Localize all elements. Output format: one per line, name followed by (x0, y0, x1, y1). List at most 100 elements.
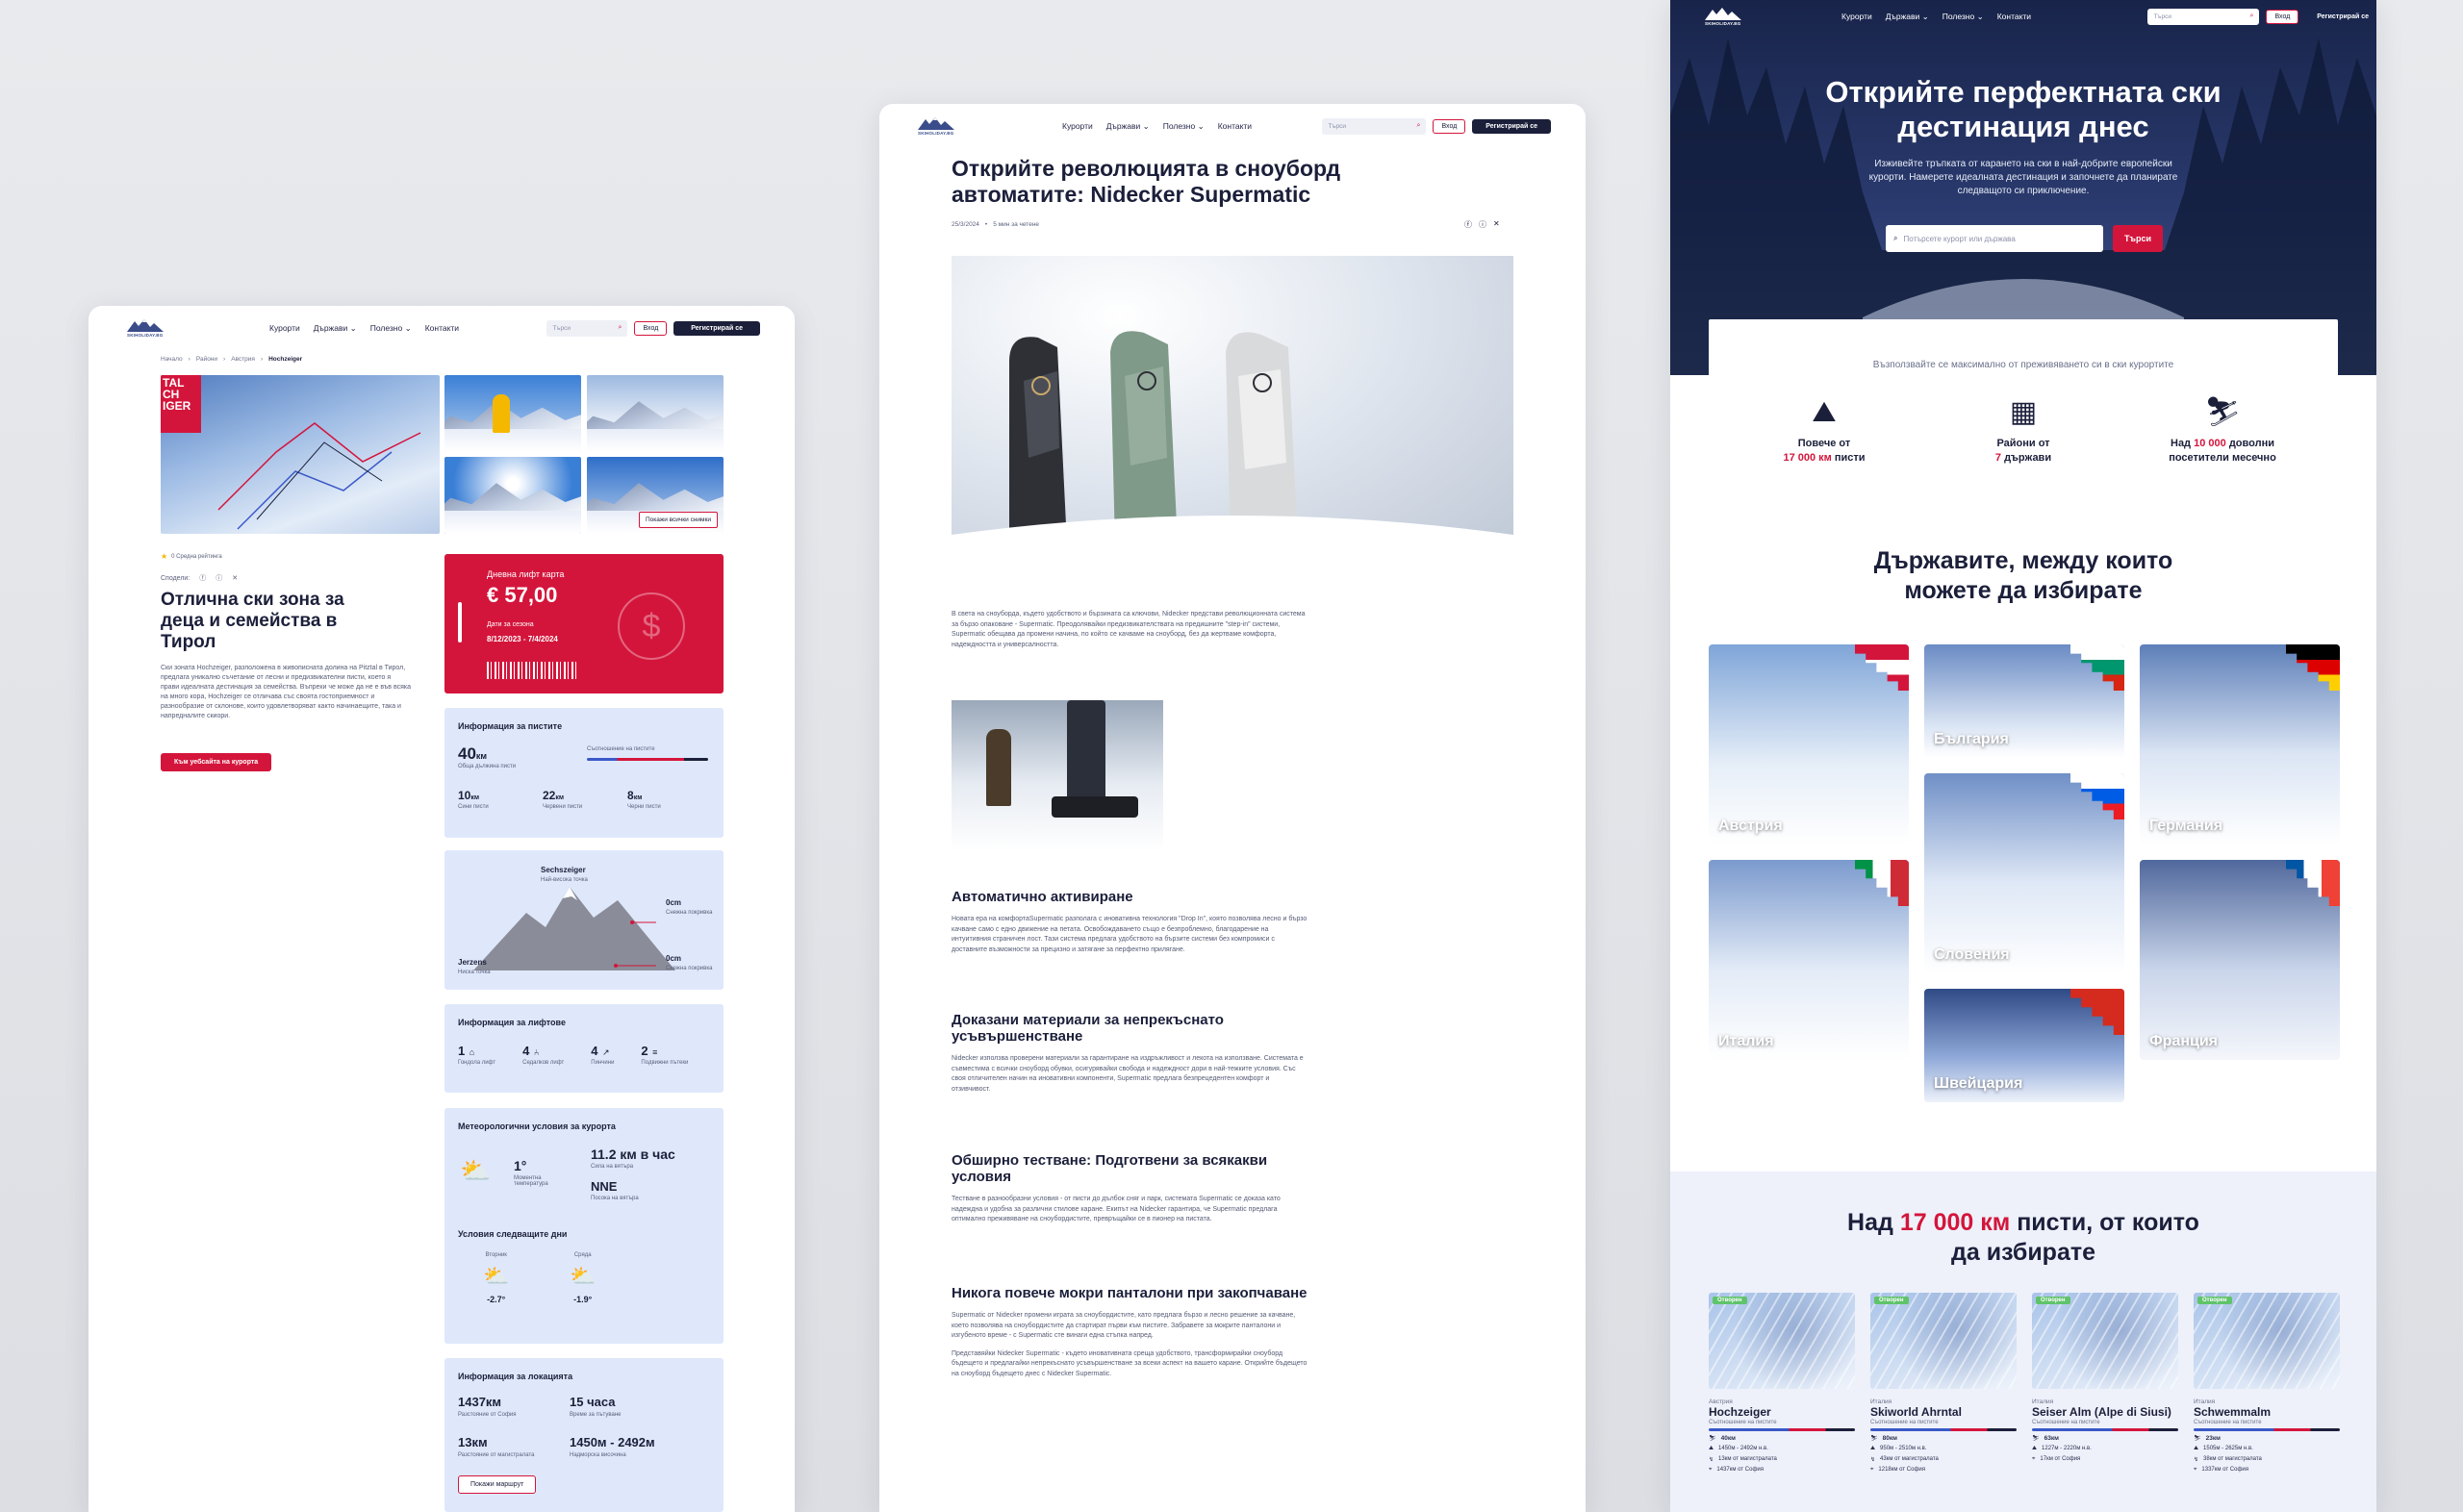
nav-link-contacts[interactable]: Контакти (1997, 12, 2031, 21)
breadcrumb-home[interactable]: Начало (161, 356, 183, 363)
login-button[interactable]: Вход (2266, 9, 2299, 24)
x-icon[interactable]: ✕ (1493, 219, 1500, 230)
show-all-photos-button[interactable]: Покажи всички снимки (638, 512, 718, 528)
unit: км (555, 794, 565, 801)
resort-sofia: 1218км от София (1878, 1467, 1925, 1473)
country-tile-italy[interactable]: Италия (1709, 860, 1909, 1060)
country-tile-slovenia[interactable]: Словения (1924, 773, 2124, 973)
article-read-time: 5 мин за четене (993, 221, 1040, 228)
resort-stat: ⛰ 950м - 2510м н.в. (1870, 1446, 2017, 1452)
slope-icon: ⛷ (2032, 1436, 2040, 1442)
ratio-label: Съотношение на пистите (2194, 1420, 2262, 1425)
pin-icon: ⌖ (2032, 1456, 2036, 1462)
country-tile-germany[interactable]: Германия (2140, 644, 2340, 844)
article-inline-image (952, 700, 1163, 851)
gallery-photo[interactable] (444, 457, 581, 534)
resort-card[interactable]: Отворен Италия Skiworld Ahrntal Съотноше… (1870, 1293, 2017, 1474)
linkedin-icon[interactable]: ⓘ (1479, 219, 1486, 230)
resort-stat: ⛷ 23км (2194, 1435, 2340, 1442)
section-heading: Никога повече мокри панталони при закопч… (952, 1285, 1308, 1301)
nav-link-useful[interactable]: Полезно ⌄ (1942, 12, 1984, 22)
nav-link-resorts[interactable]: Курорти (1062, 121, 1093, 131)
search-input[interactable]: Търси ⌕ (2147, 8, 2260, 25)
country-name: Италия (1718, 1033, 1774, 1049)
resort-card[interactable]: Отворен Италия Seiser Alm (Alpe di Siusi… (2032, 1293, 2178, 1463)
travel-time-label: Време за пътуване (570, 1412, 622, 1418)
site-logo[interactable]: SKIHOLIDAY.BG (918, 116, 960, 136)
nav-link-useful[interactable]: Полезно ⌄ (370, 323, 412, 334)
search-input[interactable]: Търси ⌕ (1322, 117, 1427, 135)
forecast-title: Условия следващите дни (458, 1229, 568, 1239)
nav-link-contacts[interactable]: Контакти (1218, 121, 1252, 131)
x-icon[interactable]: ✕ (232, 574, 238, 582)
resort-card[interactable]: Отворен Италия Schwemmalm Съотношение на… (2194, 1293, 2340, 1474)
article-hero-image (952, 256, 1513, 556)
gallery-photo[interactable] (587, 375, 724, 452)
lift-item: 2 ≡ Подвижни пътеки (641, 1043, 688, 1066)
site-logo[interactable]: SKIHOLIDAY.BG (1705, 7, 1747, 26)
nav-link-countries[interactable]: Държави ⌄ (314, 323, 357, 334)
lift-item: 1 ⌂ Гондола лифт (458, 1043, 495, 1066)
section-heading: Обширно тестване: Подготвени за всякакви… (952, 1152, 1268, 1185)
article-title: Открийте революцията в сноуборд автомати… (952, 156, 1341, 207)
country-tile-france[interactable]: Франция (2140, 860, 2340, 1060)
map-overlay-text: TAL CH IGER (163, 376, 191, 413)
article-section: Обширно тестване: Подготвени за всякакви… (952, 1152, 1308, 1225)
logo-text: SKIHOLIDAY.BG (127, 333, 164, 338)
gallery-photo[interactable] (444, 375, 581, 452)
facebook-icon[interactable]: ⓕ (1464, 219, 1472, 230)
forecast-day: Вторник ⛅ -2.7° (483, 1252, 509, 1304)
nav-link-countries[interactable]: Държави ⌄ (1886, 12, 1929, 22)
blue-slopes-label: Сини писти (458, 804, 489, 810)
nav-link-contacts[interactable]: Контакти (425, 323, 459, 333)
nav-link-resorts[interactable]: Курорти (269, 323, 300, 333)
country-tile-bulgaria[interactable]: България (1924, 644, 2124, 758)
partly-cloudy-icon: ⛅ (460, 1156, 492, 1185)
slopes-total-value: 40 (458, 744, 476, 763)
share-label: Сподели: (161, 574, 190, 582)
hero-search-input[interactable]: ⌕ Потърсете курорт или държава (1886, 225, 2103, 252)
current-temperature: 1° (514, 1158, 527, 1173)
site-logo[interactable]: SKIHOLIDAY.BG (127, 318, 169, 338)
page-title: Отлична ски зона за деца и семейства в Т… (161, 590, 344, 652)
red-slopes-value: 22 (543, 789, 556, 802)
country-tile-austria[interactable]: Австрия (1709, 644, 1909, 844)
gallery-main-map[interactable]: TAL CH IGER (161, 375, 440, 534)
distance-sofia-label: Разстояние от София (458, 1412, 517, 1418)
resort-card[interactable]: Отворен Австрия Hochzeiger Съотношение н… (1709, 1293, 1855, 1474)
breadcrumb-regions[interactable]: Райони (196, 356, 217, 363)
login-button[interactable]: Вход (634, 320, 668, 336)
top-navigation: SKIHOLIDAY.BG Курорти Държави ⌄ Полезно … (879, 104, 1586, 148)
register-link[interactable]: Регистрирай се (2317, 13, 2369, 20)
linkedin-icon[interactable]: ⓘ (216, 573, 222, 583)
nav-link-useful[interactable]: Полезно ⌄ (1163, 121, 1205, 132)
resort-website-button[interactable]: Към уебсайта на курорта (161, 753, 272, 771)
slope-ratio-bar (2194, 1428, 2340, 1431)
chevron-down-icon: ⌄ (1921, 11, 1929, 21)
skier-figure (493, 394, 510, 433)
slope-icon: ⛷ (2194, 1436, 2201, 1442)
feature-highlight: 10 000 (2194, 438, 2226, 449)
register-button[interactable]: Регистрирай се (673, 320, 760, 336)
ratio-label: Съотношение на пистите (2032, 1420, 2100, 1425)
pin-icon: ⌖ (2194, 1467, 2197, 1473)
search-input[interactable]: Търси ⌕ (546, 319, 628, 337)
login-button[interactable]: Вход (1433, 118, 1466, 134)
resort-map-image: Отворен (1870, 1293, 2017, 1389)
feature-text: Райони от (1996, 438, 2050, 449)
resort-sofia: 1437км от София (1716, 1467, 1764, 1473)
nav-link-resorts[interactable]: Курорти (1841, 12, 1872, 21)
resort-stat: ⛷ 63км (2032, 1435, 2178, 1442)
distance-sofia: 1437км (458, 1395, 502, 1409)
lift-pass-card: Дневна лифт карта € 57,00 Дати за сезона… (444, 554, 724, 693)
nav-link-countries[interactable]: Държави ⌄ (1106, 121, 1150, 132)
country-tile-switzerland[interactable]: Швейцария (1924, 989, 2124, 1102)
article-meta: 25/3/2024 • 5 мин за четене (952, 221, 1039, 228)
breadcrumb-country[interactable]: Австрия (231, 356, 255, 363)
register-button[interactable]: Регистрирай се (1472, 118, 1551, 134)
facebook-icon[interactable]: ⓕ (199, 573, 206, 583)
gallery-photo[interactable]: Покажи всички снимки (587, 457, 724, 534)
hero-search-button[interactable]: Търси (2113, 225, 2163, 252)
show-route-button[interactable]: Покажи маршрут (458, 1475, 537, 1494)
country-name: Словения (1934, 946, 2010, 963)
